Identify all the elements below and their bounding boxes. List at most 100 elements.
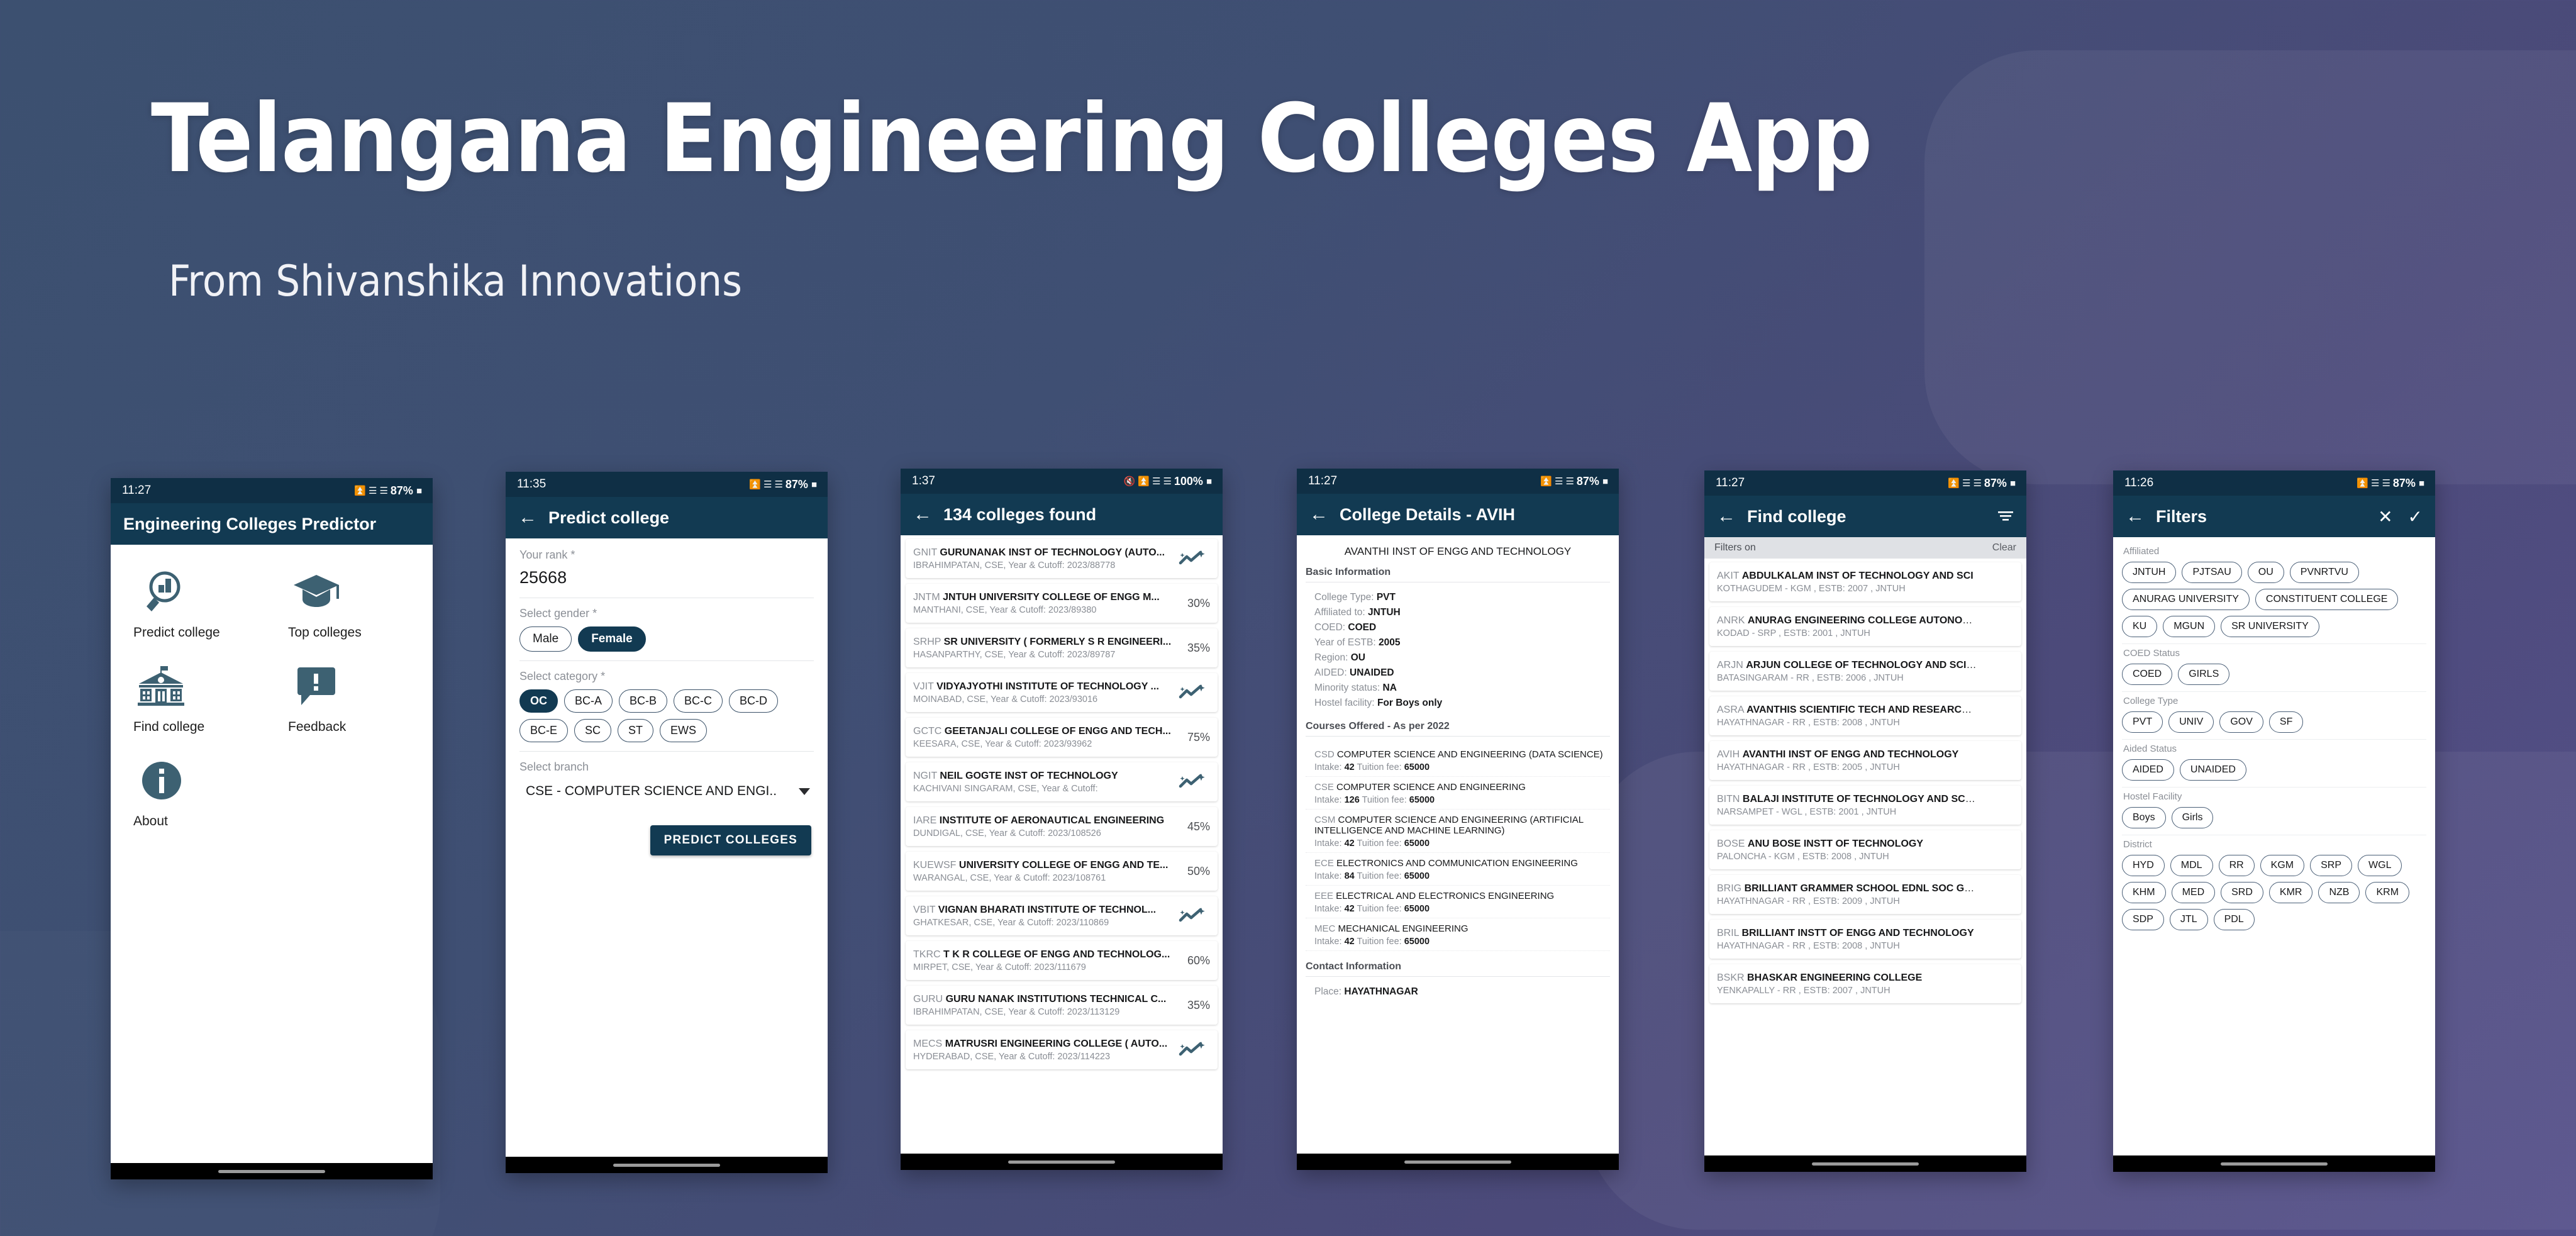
list-item[interactable]: GCTC GEETANJALI COLLEGE OF ENGG AND TECH… xyxy=(906,718,1218,757)
list-item[interactable]: GNIT GURUNANAK INST OF TECHNOLOGY (AUTO.… xyxy=(906,539,1218,578)
filter-chip[interactable]: JTL xyxy=(2169,909,2208,930)
find-college-screen[interactable]: Filters on Clear AKIT ABDULKALAM INST OF… xyxy=(1704,537,2026,1155)
list-item[interactable]: BOSE ANU BOSE INSTT OF TECHNOLOGY PALONCH… xyxy=(1709,830,2021,869)
rank-input[interactable]: 25668 xyxy=(519,568,814,596)
list-item[interactable]: NGIT NEIL GOGTE INST OF TECHNOLOGY KACHIV… xyxy=(906,762,1218,801)
category-chip-bc-d[interactable]: BC-D xyxy=(729,689,779,713)
list-item[interactable]: ARJN ARJUN COLLEGE OF TECHNOLOGY AND SCI… xyxy=(1709,652,2021,691)
filter-chip[interactable]: CONSTITUENT COLLEGE xyxy=(2255,589,2399,610)
filter-chip[interactable]: ANURAG UNIVERSITY xyxy=(2122,589,2250,610)
filter-chip[interactable]: KRM xyxy=(2365,882,2410,903)
signal-icon: ☰ xyxy=(763,479,772,490)
back-arrow-icon[interactable]: ← xyxy=(1309,505,1328,524)
home-tile-predict-college[interactable]: Predict college xyxy=(117,560,272,648)
list-item[interactable]: TKRC T K R COLLEGE OF ENGG AND TECHNOLOG… xyxy=(906,941,1218,980)
nav-handle[interactable] xyxy=(613,1163,720,1167)
category-field-label: Select category * xyxy=(519,670,606,682)
filter-chip[interactable]: GIRLS xyxy=(2178,664,2230,685)
category-chip-oc[interactable]: OC xyxy=(519,689,558,713)
list-item[interactable]: BRIL BRILLIANT INSTT OF ENGG AND TECHNOL… xyxy=(1709,920,2021,959)
college-details-screen[interactable]: AVANTHI INST OF ENGG AND TECHNOLOGY Basi… xyxy=(1297,535,1619,1154)
filter-chip[interactable]: MED xyxy=(2171,882,2216,903)
filters-screen[interactable]: Affiliated JNTUH PJTSAU OU PVNRTVU ANURAG UNI… xyxy=(2113,537,2435,1155)
filter-chip[interactable]: AIDED xyxy=(2122,759,2174,781)
filter-chip[interactable]: SDP xyxy=(2122,909,2164,930)
list-item[interactable]: BRIG BRILLIANT GRAMMER SCHOOL EDNL SOC G… xyxy=(1709,875,2021,914)
filter-chip[interactable]: KHM xyxy=(2122,882,2166,903)
category-chip-bc-c[interactable]: BC-C xyxy=(674,689,723,713)
list-item[interactable]: MECS MATRUSRI ENGINEERING COLLEGE ( AUTO… xyxy=(906,1030,1218,1069)
filter-chip[interactable]: MGUN xyxy=(2163,616,2216,637)
list-item[interactable]: VBIT VIGNAN BHARATI INSTITUTE OF TECHNOL… xyxy=(906,896,1218,935)
clear-filters-button[interactable]: Clear xyxy=(1992,542,2016,554)
list-item[interactable]: BSKR BHASKAR ENGINEERING COLLEGE YENKAPAL… xyxy=(1709,964,2021,1003)
category-chip-sc[interactable]: SC xyxy=(574,719,612,742)
back-arrow-icon[interactable]: ← xyxy=(518,508,537,527)
filter-chip[interactable]: HYD xyxy=(2122,855,2165,876)
filter-icon[interactable] xyxy=(1997,506,2014,526)
filter-chip[interactable]: MDL xyxy=(2170,855,2213,876)
nav-handle[interactable] xyxy=(218,1169,325,1173)
home-tile-about[interactable]: About xyxy=(117,749,272,837)
category-chip-bc-e[interactable]: BC-E xyxy=(519,719,569,742)
nav-handle[interactable] xyxy=(1008,1160,1115,1164)
filter-chip[interactable]: WGL xyxy=(2358,855,2402,876)
home-tile-top-colleges[interactable]: Top colleges xyxy=(272,560,426,648)
nav-handle[interactable] xyxy=(1812,1162,1919,1166)
filter-chip[interactable]: PDL xyxy=(2213,909,2255,930)
college-name: AVANTHIS SCIENTIFIC TECH AND RESEARCH A.… xyxy=(1746,704,1977,715)
predict-colleges-button[interactable]: PREDICT COLLEGES xyxy=(650,825,811,855)
list-item[interactable]: IARE INSTITUTE OF AERONAUTICAL ENGINEERI… xyxy=(906,807,1218,846)
category-chip-ews[interactable]: EWS xyxy=(660,719,708,742)
list-item[interactable]: BITN BALAJI INSTITUTE OF TECHNOLOGY AND … xyxy=(1709,786,2021,825)
list-item[interactable]: AVIH AVANTHI INST OF ENGG AND TECHNOLOGY… xyxy=(1709,741,2021,780)
back-arrow-icon[interactable]: ← xyxy=(913,505,932,524)
filter-chip[interactable]: COED xyxy=(2122,664,2173,685)
check-icon[interactable]: ✓ xyxy=(2408,506,2423,527)
branch-select[interactable]: CSE - COMPUTER SCIENCE AND ENGI.. xyxy=(519,780,814,804)
list-item[interactable]: JNTM JNTUH UNIVERSITY COLLEGE OF ENGG M.… xyxy=(906,584,1218,623)
list-item[interactable]: KUEWSF UNIVERSITY COLLEGE OF ENGG AND TE… xyxy=(906,852,1218,891)
filter-chip[interactable]: UNAIDED xyxy=(2179,759,2246,781)
list-item[interactable]: SRHP SR UNIVERSITY ( FORMERLY S R ENGINE… xyxy=(906,628,1218,667)
filter-chip[interactable]: SRP xyxy=(2310,855,2353,876)
gender-chip-female[interactable]: Female xyxy=(578,626,646,652)
filter-section-title: Hostel Facility xyxy=(2123,791,2182,802)
list-item[interactable]: GURU GURU NANAK INSTITUTIONS TECHNICAL C… xyxy=(906,986,1218,1025)
home-tile-find-college[interactable]: Find college xyxy=(117,654,272,742)
filter-chip[interactable]: SRD xyxy=(2221,882,2263,903)
nav-handle[interactable] xyxy=(2221,1162,2328,1166)
filter-chip[interactable]: KMR xyxy=(2268,882,2313,903)
filter-chip[interactable]: KU xyxy=(2122,616,2158,637)
filter-chip[interactable]: Boys xyxy=(2122,807,2166,828)
filter-chip[interactable]: RR xyxy=(2218,855,2255,876)
category-chip-bc-a[interactable]: BC-A xyxy=(564,689,613,713)
filter-chip[interactable]: SF xyxy=(2268,711,2304,733)
list-item[interactable]: AKIT ABDULKALAM INST OF TECHNOLOGY AND S… xyxy=(1709,562,2021,601)
list-item[interactable]: ANRK ANURAG ENGINEERING COLLEGE AUTONOMO… xyxy=(1709,607,2021,646)
course-name: CSD COMPUTER SCIENCE AND ENGINEERING (DA… xyxy=(1314,749,1603,760)
filter-chip[interactable]: PJTSAU xyxy=(2182,562,2242,583)
home-tile-feedback[interactable]: Feedback xyxy=(272,654,426,742)
filter-chip[interactable]: SR UNIVERSITY xyxy=(2221,616,2319,637)
back-arrow-icon[interactable]: ← xyxy=(2126,507,2145,526)
nav-handle[interactable] xyxy=(1404,1160,1511,1164)
filter-chip[interactable]: NZB xyxy=(2318,882,2360,903)
gender-chip-male[interactable]: Male xyxy=(519,626,572,652)
filter-chip[interactable]: GOV xyxy=(2219,711,2263,733)
list-item-trailing: 60% xyxy=(1179,954,1210,967)
list-item[interactable]: ASRA AVANTHIS SCIENTIFIC TECH AND RESEAR… xyxy=(1709,696,2021,735)
list-item[interactable]: VJIT VIDYAJYOTHI INSTITUTE OF TECHNOLOGY… xyxy=(906,673,1218,712)
filter-chip[interactable]: PVNRTVU xyxy=(2289,562,2359,583)
category-chip-bc-b[interactable]: BC-B xyxy=(619,689,668,713)
results-list-screen[interactable]: GNIT GURUNANAK INST OF TECHNOLOGY (AUTO.… xyxy=(901,535,1223,1154)
filter-chip[interactable]: JNTUH xyxy=(2122,562,2177,583)
close-icon[interactable]: ✕ xyxy=(2378,506,2392,527)
category-chip-st[interactable]: ST xyxy=(618,719,654,742)
filter-chip[interactable]: OU xyxy=(2247,562,2284,583)
filter-chip[interactable]: Girls xyxy=(2171,807,2214,828)
back-arrow-icon[interactable]: ← xyxy=(1717,507,1736,526)
filter-chip[interactable]: KGM xyxy=(2260,855,2305,876)
filter-chip[interactable]: UNIV xyxy=(2168,711,2214,733)
filter-chip[interactable]: PVT xyxy=(2122,711,2163,733)
